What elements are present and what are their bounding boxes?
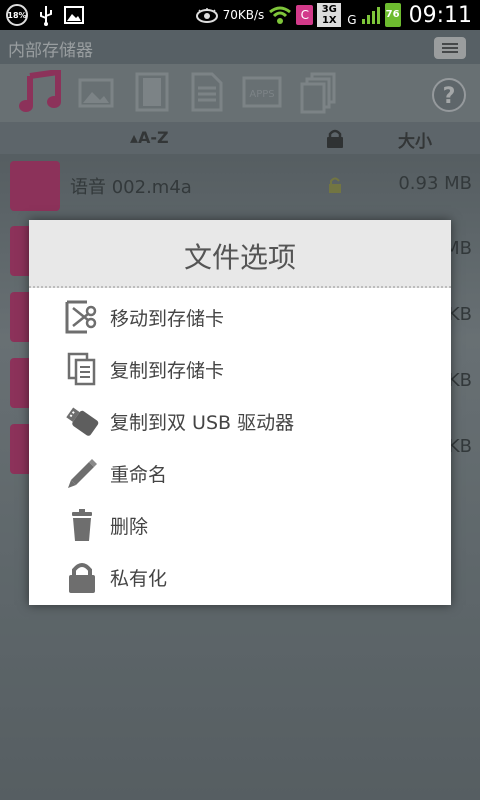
signal-bars-icon <box>361 7 380 24</box>
move-to-card-option[interactable]: 移动到存储卡 <box>29 290 451 342</box>
dialog-header: 文件选项 <box>29 220 451 288</box>
lock-icon <box>69 563 95 593</box>
move-to-card-icon <box>65 300 97 334</box>
dialog-title: 文件选项 <box>183 241 296 274</box>
copy-to-card-option[interactable]: 复制到存储卡 <box>29 342 451 394</box>
copy-to-usb-option[interactable]: 复制到双 USB 驱动器 <box>29 394 451 446</box>
rename-option[interactable]: 重命名 <box>29 446 451 498</box>
delete-option[interactable]: 删除 <box>29 498 451 550</box>
status-bar: 18% 70KB/s C 3G 1X G 76 09:11 <box>0 0 480 30</box>
option-label: 删除 <box>110 516 149 538</box>
option-label: 重命名 <box>110 464 168 486</box>
usb-icon <box>40 6 52 26</box>
option-label: 移动到存储卡 <box>110 308 225 330</box>
trash-icon <box>72 509 92 541</box>
make-private-option[interactable]: 私有化 <box>29 550 451 602</box>
eye-icon <box>195 8 218 23</box>
copy-to-card-icon <box>67 352 96 386</box>
option-label: 复制到双 USB 驱动器 <box>110 412 295 434</box>
option-label: 私有化 <box>110 568 168 590</box>
app-notification-badge: C <box>296 5 314 25</box>
picture-notification-icon <box>64 6 84 24</box>
network-3g-indicator: 3G 1X <box>317 3 342 27</box>
network-g-label: G <box>347 13 357 27</box>
clock: 09:11 <box>408 2 472 28</box>
rename-pencil-icon <box>68 459 97 488</box>
option-label: 复制到存储卡 <box>110 360 225 382</box>
wifi-icon <box>269 6 292 24</box>
battery-level-indicator: 76 <box>384 3 401 27</box>
usb-drive-icon <box>66 407 99 436</box>
network-speed: 70KB/s <box>222 8 265 22</box>
battery-circle-indicator: 18% <box>6 4 28 26</box>
file-options-dialog: 文件选项 移动到存储卡 复制到存储卡 复制到双 USB 驱动器 重命名 删除 私… <box>29 220 451 605</box>
